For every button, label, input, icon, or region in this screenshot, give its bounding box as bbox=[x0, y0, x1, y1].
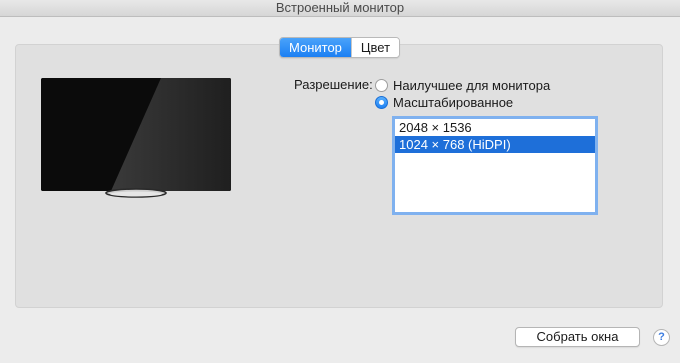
display-preferences-window: Встроенный монитор Монитор Цвет Разрешен… bbox=[0, 0, 680, 363]
gather-windows-button[interactable]: Собрать окна bbox=[515, 327, 640, 347]
radio-button-checked[interactable] bbox=[375, 95, 388, 109]
tab-bar: Монитор Цвет bbox=[279, 37, 401, 58]
monitor-icon bbox=[41, 78, 231, 191]
resolution-list[interactable]: 2048 × 1536 1024 × 768 (HiDPI) bbox=[392, 116, 598, 215]
monitor-screen-shine bbox=[41, 78, 231, 191]
help-icon[interactable]: ? bbox=[653, 329, 670, 346]
tab-monitor[interactable]: Монитор bbox=[280, 38, 351, 57]
list-item[interactable]: 2048 × 1536 bbox=[395, 119, 595, 136]
monitor-stand bbox=[105, 188, 167, 198]
list-item[interactable]: 1024 × 768 (HiDPI) bbox=[395, 136, 595, 153]
radio-button-unchecked[interactable] bbox=[375, 78, 388, 92]
window-titlebar: Встроенный монитор bbox=[0, 0, 680, 17]
window-title: Встроенный монитор bbox=[275, 0, 405, 15]
radio-best-for-display[interactable]: Наилучшее для монитора bbox=[375, 77, 550, 93]
tab-color[interactable]: Цвет bbox=[350, 38, 400, 57]
radio-best-label: Наилучшее для монитора bbox=[393, 77, 551, 93]
radio-scaled-label: Масштабированное bbox=[393, 94, 514, 110]
radio-scaled[interactable]: Масштабированное bbox=[375, 94, 513, 110]
resolution-label: Разрешение: bbox=[294, 77, 373, 92]
